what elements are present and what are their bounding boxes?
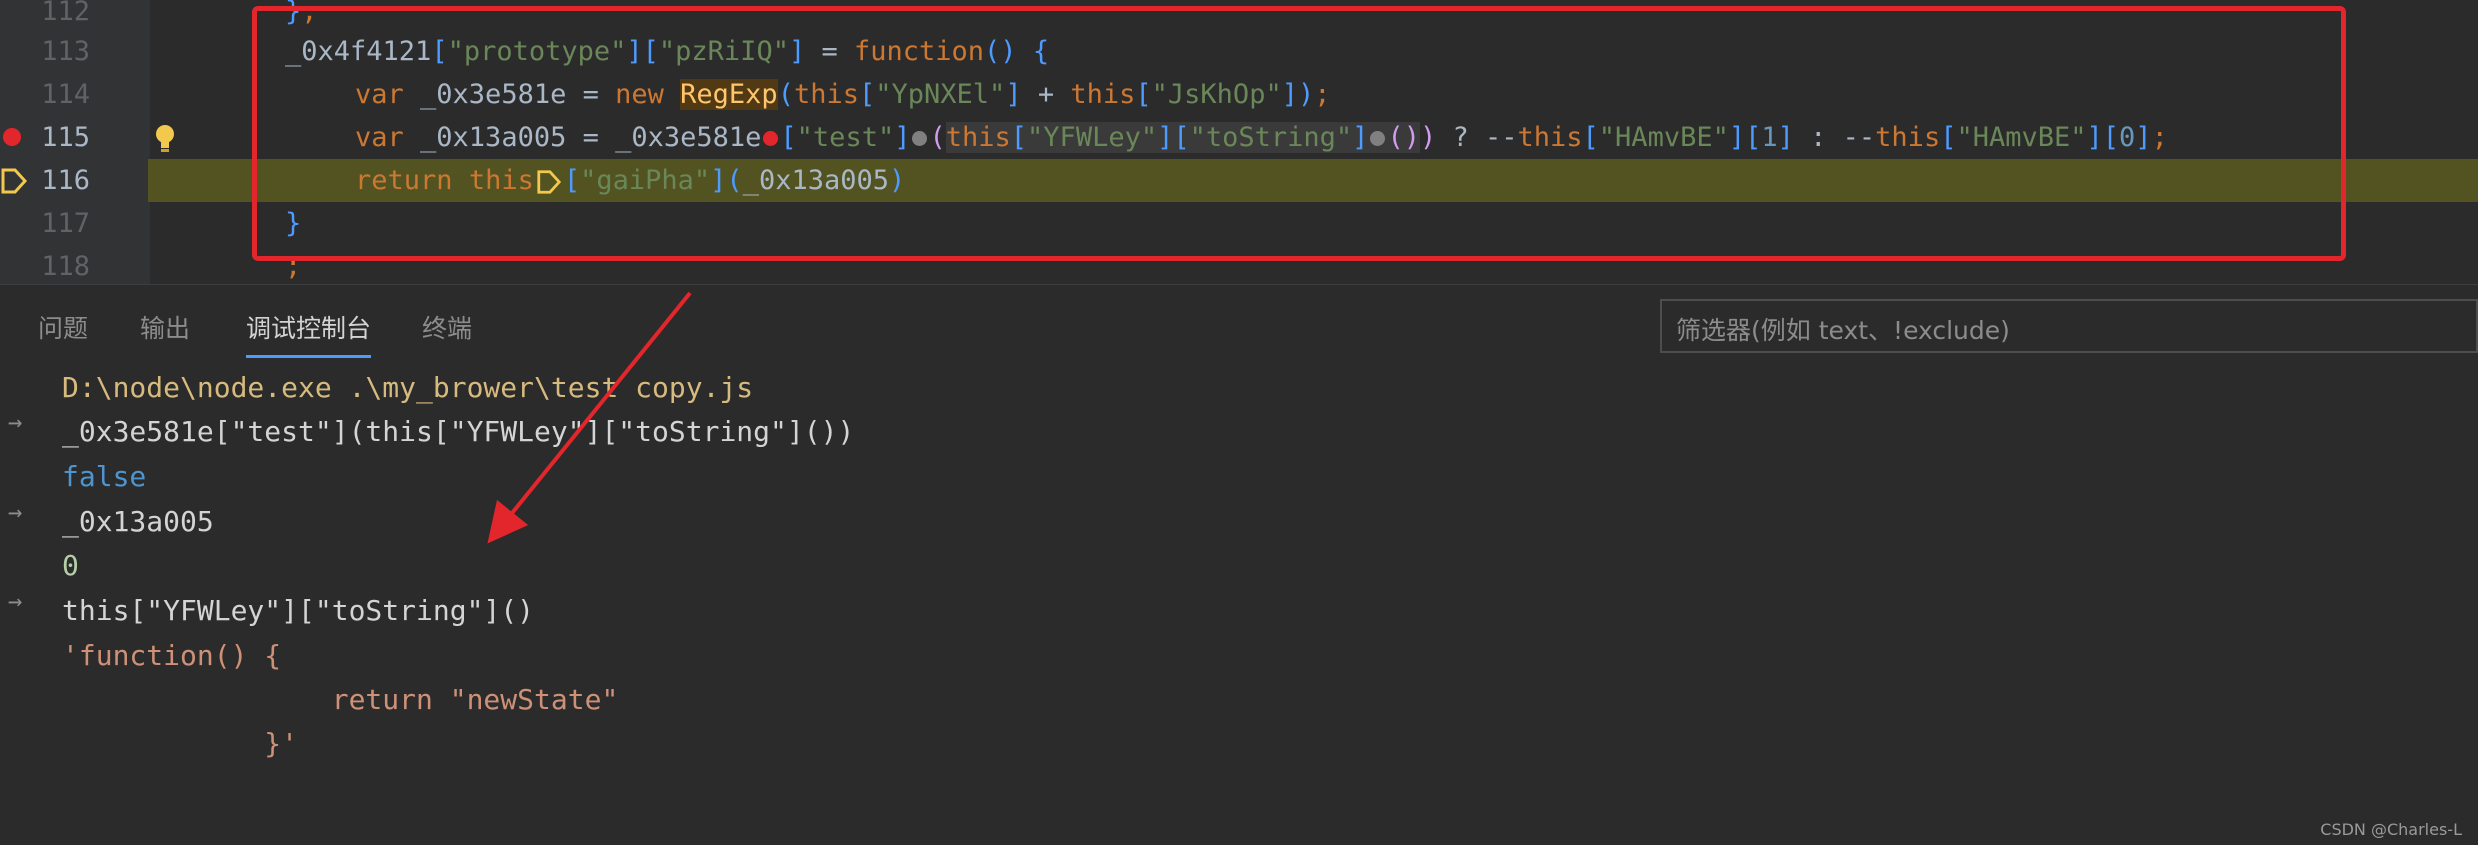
console-result: 'function() { [62, 639, 282, 672]
code-line: 114 var _0x3e581e = new RegExp(this["YpN… [0, 73, 2478, 116]
inline-breakpoint-icon[interactable] [763, 131, 779, 146]
console-result: return "newState" [62, 683, 619, 716]
line-number: 117 [41, 208, 90, 239]
code-line: 113 _0x4f4121["prototype"]["pzRiIQ"] = f… [0, 30, 2478, 73]
panel-tabs-bar: 问题 输出 调试控制台 终端 筛选器(例如 text、!exclude) [0, 284, 2478, 367]
code-line: 112 }; [0, 0, 2478, 33]
inline-breakpoint-icon[interactable] [912, 131, 928, 146]
tab-output[interactable]: 输出 [140, 309, 190, 355]
line-code: _0x4f4121["prototype"]["pzRiIQ"] = funct… [285, 36, 1050, 67]
breakpoint-icon[interactable] [3, 128, 21, 146]
console-input: this["YFWLey"]["toString"]() [62, 594, 535, 627]
inline-breakpoint-icon[interactable] [1370, 131, 1386, 146]
code-editor: 112 }; 113 _0x4f4121["prototype"]["pzRiI… [0, 0, 2478, 284]
line-number: 118 [41, 251, 90, 282]
tab-debug-console[interactable]: 调试控制台 [246, 309, 372, 358]
console-result: false [62, 460, 147, 493]
tab-terminal[interactable]: 终端 [422, 309, 472, 355]
console-result: }' [62, 727, 299, 760]
console-input: _0x13a005 [62, 505, 214, 538]
filter-input[interactable]: 筛选器(例如 text、!exclude) [1660, 299, 2478, 353]
line-number: 112 [41, 0, 90, 27]
input-arrow-icon: → [8, 587, 23, 615]
console-input: _0x3e581e["test"](this["YFWLey"]["toStri… [62, 415, 855, 448]
current-statement-icon [1, 168, 28, 194]
line-number: 114 [41, 79, 90, 110]
line-code: var _0x3e581e = new RegExp(this["YpNXEl"… [355, 79, 1331, 110]
code-line: 117 } [0, 202, 2478, 245]
debug-console: D:\node\node.exe .\my_brower\test copy.j… [0, 366, 2478, 845]
input-arrow-icon: → [8, 408, 23, 436]
line-code: return this ["gaiPha"](_0x13a005) [355, 165, 906, 196]
console-result: 0 [62, 549, 79, 582]
line-code: } [285, 208, 302, 239]
watermark: CSDN @Charles-L [2320, 820, 2462, 839]
line-code: ; [285, 251, 302, 282]
code-line: 115 var _0x13a005 = _0x3e581e ["test"] (th… [0, 116, 2478, 159]
line-code: }; [285, 0, 318, 27]
current-statement-icon [537, 169, 561, 194]
line-code: var _0x13a005 = _0x3e581e ["test"] (this["… [355, 122, 2168, 153]
code-line: 118 ; [0, 245, 2478, 284]
input-arrow-icon: → [8, 498, 23, 526]
console-output: D:\node\node.exe .\my_brower\test copy.j… [62, 371, 754, 404]
code-line: 116 return this ["gaiPha"](_0x13a005) [0, 159, 2478, 202]
line-number: 113 [41, 36, 90, 67]
lightbulb-icon[interactable] [150, 122, 180, 154]
line-number: 116 [41, 165, 90, 196]
tab-problems[interactable]: 问题 [38, 309, 88, 355]
line-number: 115 [41, 122, 90, 153]
